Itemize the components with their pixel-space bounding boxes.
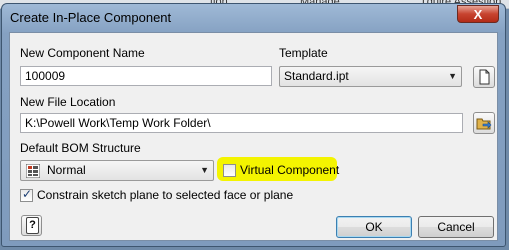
dialog-body: New Component Name 100009 Template Stand… <box>9 32 498 241</box>
file-location-input[interactable]: K:\Powell Work\Temp Work Folder\ <box>20 113 463 133</box>
component-name-label: New Component Name <box>20 46 145 60</box>
create-in-place-component-dialog: Create In-Place Component X New Componen… <box>1 3 506 247</box>
file-location-label: New File Location <box>20 95 116 109</box>
virtual-component-checkbox[interactable] <box>223 164 236 177</box>
constrain-sketch-checkbox[interactable]: ✓ <box>20 187 33 202</box>
help-button[interactable]: ? <box>21 215 42 236</box>
close-button[interactable]: X <box>457 5 499 23</box>
chevron-down-icon: ▼ <box>200 165 209 175</box>
new-template-icon <box>479 69 490 85</box>
chevron-down-icon: ▼ <box>448 71 457 81</box>
bom-structure-icon <box>26 164 40 178</box>
dialog-title: Create In-Place Component <box>10 10 172 25</box>
new-template-button[interactable] <box>473 66 495 88</box>
checkmark-icon: ✓ <box>22 187 33 201</box>
help-icon: ? <box>26 217 39 234</box>
bom-structure-value: Normal <box>47 163 86 177</box>
bom-structure-dropdown[interactable]: Normal ▼ <box>20 160 214 181</box>
template-value: Standard.ipt <box>284 69 349 83</box>
component-name-input[interactable]: 100009 <box>20 66 272 86</box>
constrain-sketch-label[interactable]: Constrain sketch plane to selected face … <box>37 188 293 202</box>
virtual-component-label[interactable]: Virtual Component <box>240 163 339 177</box>
browse-folder-icon <box>476 118 492 130</box>
browse-folder-button[interactable] <box>473 112 495 134</box>
title-bar[interactable]: Create In-Place Component X <box>2 4 505 31</box>
bom-structure-label: Default BOM Structure <box>20 141 141 155</box>
cancel-button[interactable]: Cancel <box>418 216 494 238</box>
ok-button[interactable]: OK <box>336 216 412 238</box>
close-icon: X <box>473 7 483 22</box>
template-label: Template <box>279 46 328 60</box>
template-dropdown[interactable]: Standard.ipt ▼ <box>279 66 462 87</box>
